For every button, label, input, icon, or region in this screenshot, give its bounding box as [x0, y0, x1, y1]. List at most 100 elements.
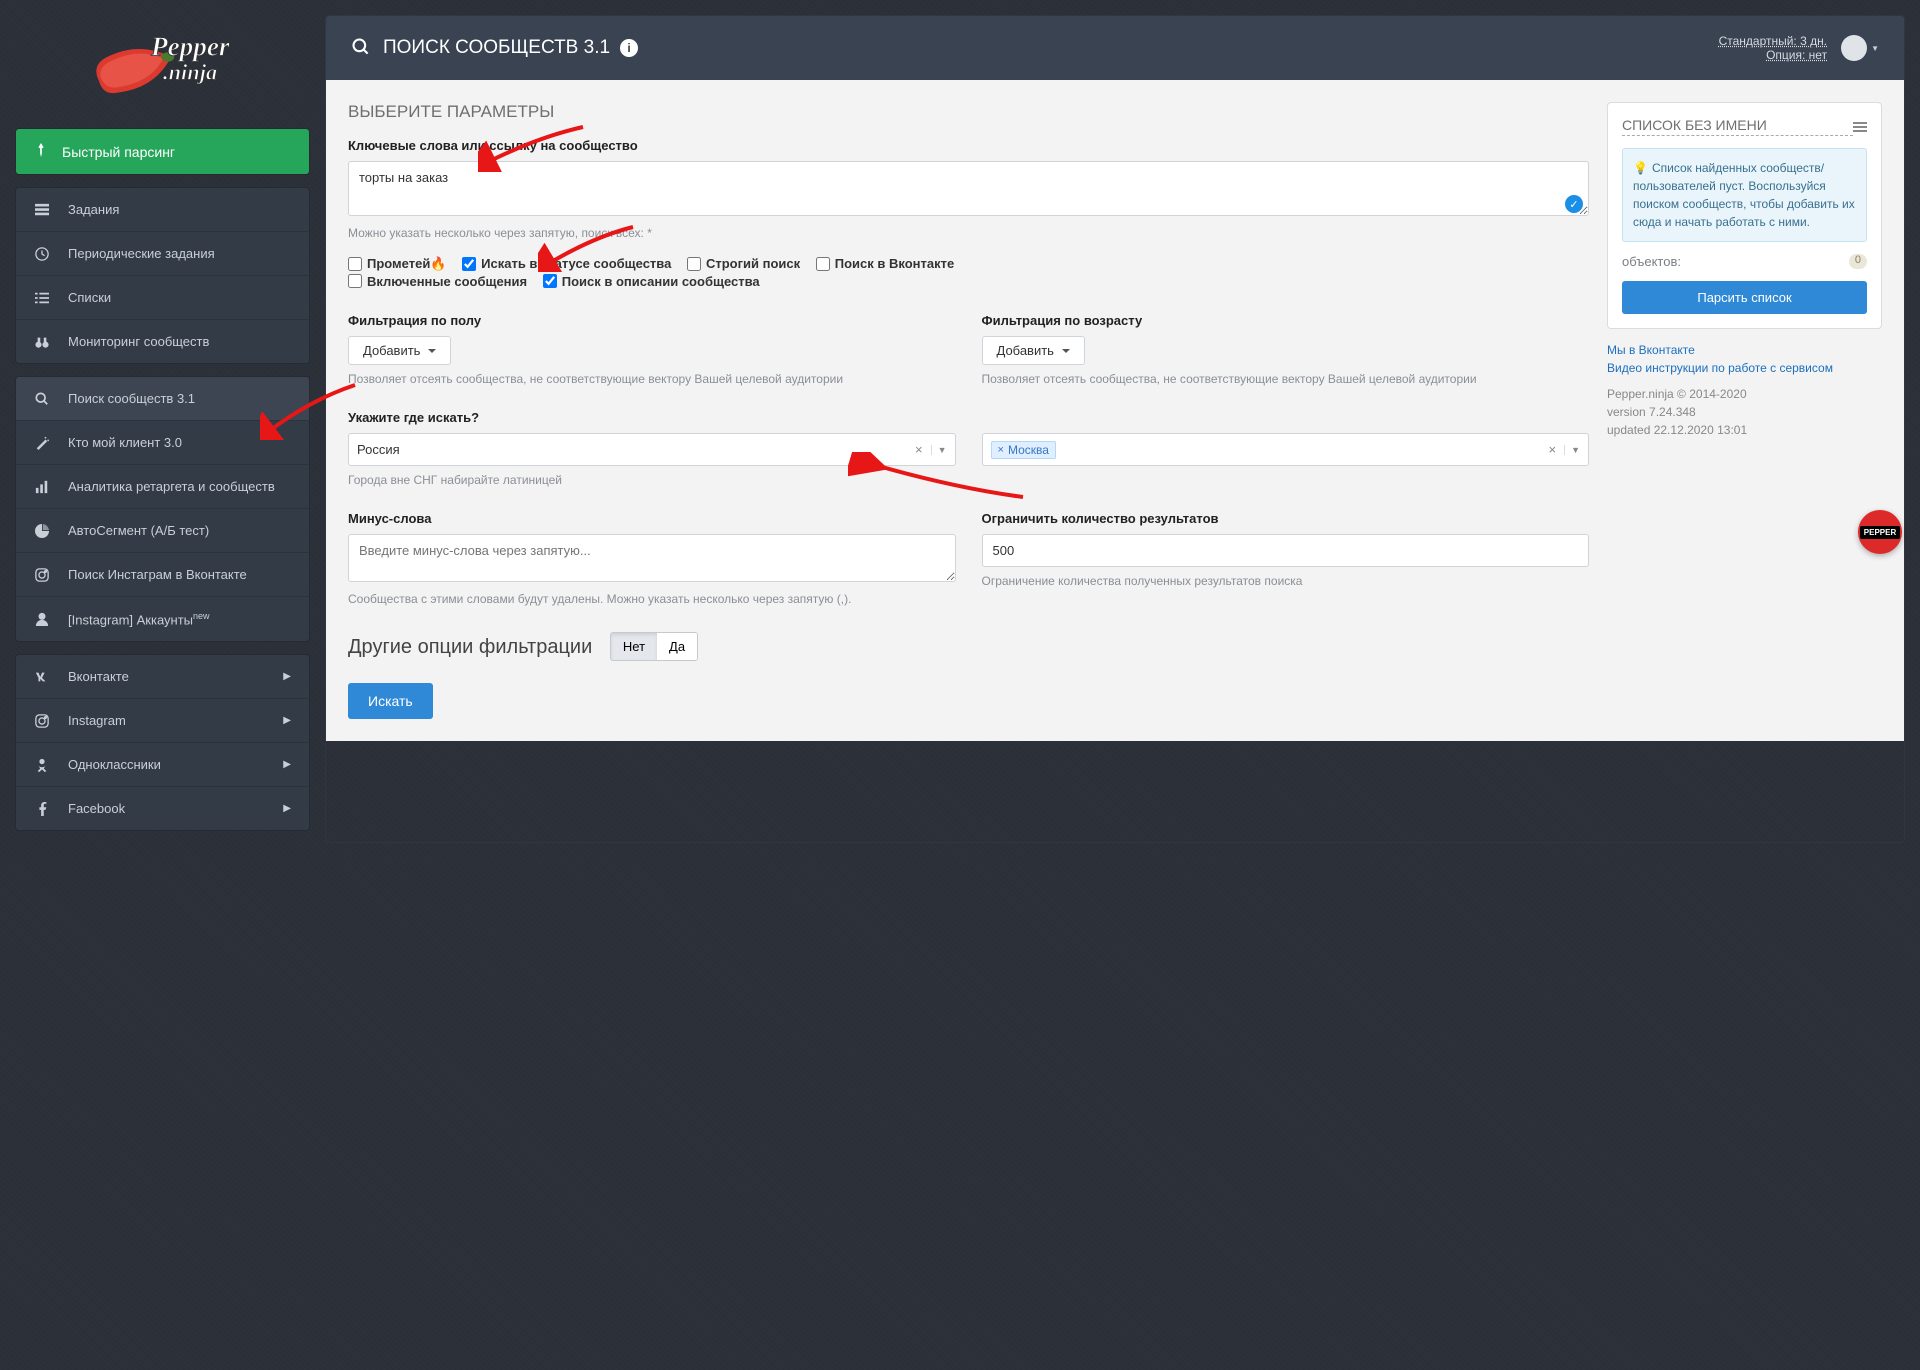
chevron-down-icon[interactable]: ▼ [931, 445, 947, 455]
where-hint: Города вне СНГ набирайте латиницей [348, 472, 956, 489]
sidebar-item-wand-1[interactable]: Кто мой клиент 3.0 [16, 421, 309, 465]
vk-icon [34, 670, 50, 684]
plan-line1[interactable]: Стандартный: 3 дн. [1719, 34, 1828, 48]
minus-input[interactable] [348, 534, 956, 582]
filter-age-add[interactable]: Добавить [982, 336, 1085, 365]
list-icon [34, 291, 50, 305]
sidebar-item-vk-0[interactable]: Вконтакте▶ [16, 655, 309, 699]
chevron-down-icon[interactable]: ▼ [1564, 445, 1580, 455]
list-card-title[interactable]: СПИСОК БЕЗ ИМЕНИ [1622, 117, 1853, 136]
svg-text:.ninja: .ninja [163, 59, 217, 84]
keywords-input[interactable] [348, 161, 1589, 216]
ok-icon [34, 758, 50, 772]
sidebar-item-search-0[interactable]: Поиск сообществ 3.1 [16, 377, 309, 421]
main-panel: ПОИСК СООБЩЕСТВ 3.1 i Стандартный: 3 дн.… [325, 15, 1905, 843]
updated: updated 22.12.2020 13:01 [1607, 421, 1882, 439]
search-button[interactable]: Искать [348, 683, 433, 719]
page-title: ПОИСК СООБЩЕСТВ 3.1 [383, 37, 610, 59]
chevron-right-icon: ▶ [283, 715, 291, 726]
chevron-right-icon: ▶ [283, 671, 291, 682]
objects-count: 0 [1849, 254, 1867, 269]
check-desc[interactable]: Поиск в описании сообщества [543, 274, 760, 289]
user-menu[interactable]: ▼ [1841, 35, 1879, 61]
fast-parsing-button[interactable]: Быстрый парсинг [16, 129, 309, 174]
city-value: Москва [1008, 443, 1049, 457]
plan-info: Стандартный: 3 дн. Опция: нет [1719, 34, 1828, 62]
sidebar-item-ok-2[interactable]: Одноклассники▶ [16, 743, 309, 787]
sidebar-item-user-5[interactable]: [Instagram] Аккаунтыnew [16, 597, 309, 641]
clear-icon[interactable]: × [911, 442, 927, 457]
check-promethey[interactable]: Прометей 🔥 [348, 256, 447, 272]
filter-sex-add[interactable]: Добавить [348, 336, 451, 365]
check-status[interactable]: Искать в статусе сообщества [462, 256, 671, 271]
filter-sex-hint: Позволяет отсеять сообщества, не соответ… [348, 371, 956, 388]
rocket-icon [34, 143, 48, 160]
copyright: Pepper.ninja © 2014-2020 [1607, 385, 1882, 403]
chevron-right-icon: ▶ [283, 803, 291, 814]
sidebar-item-label: Instagram [68, 713, 126, 728]
country-value: Россия [357, 442, 907, 457]
minus-label: Минус-слова [348, 511, 956, 526]
other-options-toggle: Нет Да [610, 632, 698, 661]
sidebar-item-label: Мониторинг сообществ [68, 334, 209, 349]
sidebar-item-list-2[interactable]: Списки [16, 276, 309, 320]
city-chip: × Москва [991, 441, 1056, 459]
binoc-icon [34, 335, 50, 349]
keywords-label: Ключевые слова или ссылку на сообщество [348, 138, 1589, 153]
toggle-no[interactable]: Нет [611, 633, 657, 660]
keywords-hint: Можно указать несколько через запятую, п… [348, 225, 1589, 242]
insta-icon [34, 714, 50, 728]
search-icon [34, 392, 50, 406]
objects-label: объектов: [1622, 254, 1681, 269]
logo: Pepper .ninja [15, 15, 310, 128]
chip-remove-icon[interactable]: × [998, 444, 1004, 456]
right-column: СПИСОК БЕЗ ИМЕНИ 💡Список найденных сообщ… [1607, 102, 1882, 439]
sidebar-item-label: Списки [68, 290, 111, 305]
sidebar-item-insta-4[interactable]: Поиск Инстаграм в Вконтакте [16, 553, 309, 597]
list-card: СПИСОК БЕЗ ИМЕНИ 💡Список найденных сообщ… [1607, 102, 1882, 329]
filter-age-label: Фильтрация по возрасту [982, 313, 1590, 328]
clock-icon [34, 247, 50, 261]
sidebar-item-clock-1[interactable]: Периодические задания [16, 232, 309, 276]
sidebar-item-label: Аналитика ретаргета и сообществ [68, 479, 275, 494]
parse-list-button[interactable]: Парсить список [1622, 281, 1867, 314]
filter-sex-label: Фильтрация по полу [348, 313, 956, 328]
version: version 7.24.348 [1607, 403, 1882, 421]
insta-icon [34, 568, 50, 582]
plan-line2[interactable]: Опция: нет [1719, 48, 1828, 62]
info-icon[interactable]: i [620, 39, 638, 57]
info-box: 💡Список найденных сообществ/ пользовател… [1622, 148, 1867, 242]
section-header: ВЫБЕРИТЕ ПАРАМЕТРЫ [348, 102, 1589, 122]
sidebar-item-insta-1[interactable]: Instagram ▶ [16, 699, 309, 743]
tasks-icon [34, 203, 50, 217]
minus-hint: Сообщества с этими словами будут удалены… [348, 591, 956, 608]
fb-icon [34, 802, 50, 816]
chevron-right-icon: ▶ [283, 759, 291, 770]
sidebar-item-pie-3[interactable]: АвтоСегмент (А/Б тест) [16, 509, 309, 553]
sidebar-item-binoc-3[interactable]: Мониторинг сообществ [16, 320, 309, 363]
country-select[interactable]: Россия × ▼ [348, 433, 956, 466]
toggle-yes[interactable]: Да [657, 633, 697, 660]
link-vk[interactable]: Мы в Вконтакте [1607, 343, 1882, 357]
user-icon [34, 612, 50, 626]
lightbulb-icon: 💡 [1633, 161, 1648, 175]
sidebar-item-tasks-0[interactable]: Задания [16, 188, 309, 232]
caret-down-icon: ▼ [1871, 44, 1879, 53]
check-vk[interactable]: Поиск в Вконтакте [816, 256, 954, 271]
page-header: ПОИСК СООБЩЕСТВ 3.1 i Стандартный: 3 дн.… [326, 16, 1904, 80]
form-area: ВЫБЕРИТЕ ПАРАМЕТРЫ Ключевые слова или сс… [348, 102, 1589, 719]
search-icon [351, 37, 371, 60]
sidebar-item-fb-3[interactable]: Facebook▶ [16, 787, 309, 830]
check-strict[interactable]: Строгий поиск [687, 256, 800, 271]
sidebar-item-bars-2[interactable]: Аналитика ретаргета и сообществ [16, 465, 309, 509]
limit-hint: Ограничение количества полученных резуль… [982, 573, 1590, 590]
sidebar-item-label: Периодические задания [68, 246, 215, 261]
link-video[interactable]: Видео инструкции по работе с сервисом [1607, 361, 1882, 375]
hamburger-icon[interactable] [1853, 120, 1867, 134]
sidebar-item-label: Задания [68, 202, 119, 217]
city-select[interactable]: × Москва × ▼ [982, 433, 1590, 466]
pepper-badge[interactable]: PEPPER [1858, 510, 1902, 554]
clear-icon[interactable]: × [1544, 442, 1560, 457]
limit-input[interactable] [982, 534, 1590, 567]
check-msgon[interactable]: Включенные сообщения [348, 274, 527, 289]
